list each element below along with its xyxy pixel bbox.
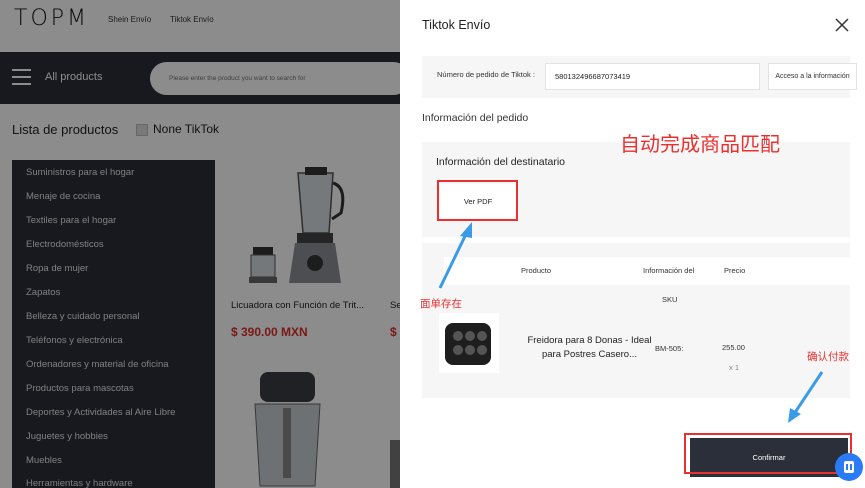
product-section: Producto Información del Precio SKU Frei… [422,243,854,398]
close-icon[interactable] [834,17,850,33]
modal-backdrop[interactable] [0,0,400,488]
drawer-title: Tiktok Envío [422,18,491,32]
access-info-button[interactable]: Acceso a la información [768,63,857,90]
order-number-input[interactable] [545,63,760,90]
header-sku: SKU [662,295,678,304]
annotation-pay-note: 确认付款 [807,351,849,363]
confirm-button[interactable]: Confirmar [690,438,848,477]
order-info-heading: Información del pedido [422,112,529,124]
chat-icon[interactable] [835,453,863,481]
annotation-pdf-note: 面单存在 [420,298,462,310]
table-header: Producto Información del Precio [444,257,854,285]
annotation-auto-match: 自动完成商品匹配 [620,132,780,156]
item-price: 255.00 [722,343,745,352]
header-price: Precio [724,266,746,275]
tiktok-shipping-drawer: Tiktok Envío Número de pedido de Tiktok … [400,0,865,488]
header-product: Producto [521,266,552,275]
item-sku: BM-505: [655,344,684,353]
recipient-heading: Información del destinatario [436,156,565,168]
view-pdf-button[interactable]: Ver PDF [440,184,516,218]
header-info: Información del [643,266,695,275]
product-thumbnail[interactable] [439,313,499,373]
item-name: Freidora para 8 Donas - Ideal para Postr… [527,335,652,360]
order-number-label: Número de pedido de Tiktok : [437,70,535,79]
order-number-row: Número de pedido de Tiktok : Acceso a la… [422,56,857,98]
item-quantity: x 1 [729,363,740,372]
